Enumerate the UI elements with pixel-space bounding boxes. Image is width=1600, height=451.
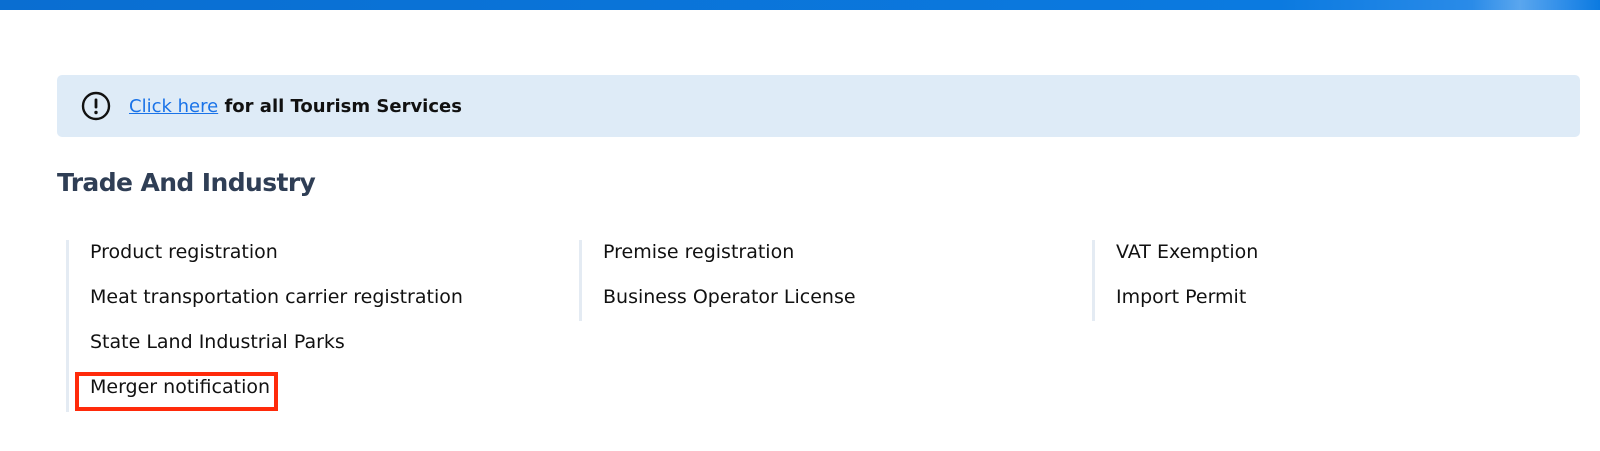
service-link-import-permit[interactable]: Import Permit [1116, 285, 1258, 310]
exclamation-circle-icon [81, 91, 111, 121]
notice-text: Click here for all Tourism Services [125, 96, 462, 117]
tourism-services-link[interactable]: Click here [125, 96, 218, 117]
section-title: Trade And Industry [57, 168, 316, 197]
service-link-premise-registration[interactable]: Premise registration [603, 240, 856, 265]
service-link-meat-transportation-carrier-registration[interactable]: Meat transportation carrier registration [90, 285, 463, 310]
top-accent-bar [0, 0, 1600, 10]
notice-message: for all Tourism Services [218, 95, 462, 117]
highlight-box [75, 372, 278, 411]
service-link-state-land-industrial-parks[interactable]: State Land Industrial Parks [90, 330, 463, 355]
service-link-business-operator-license[interactable]: Business Operator License [603, 285, 856, 310]
services-column-3: VAT Exemption Import Permit [1092, 240, 1258, 321]
services-column-2: Premise registration Business Operator L… [579, 240, 856, 321]
service-link-vat-exemption[interactable]: VAT Exemption [1116, 240, 1258, 265]
tourism-notice-banner: Click here for all Tourism Services [57, 75, 1580, 137]
service-link-product-registration[interactable]: Product registration [90, 240, 463, 265]
